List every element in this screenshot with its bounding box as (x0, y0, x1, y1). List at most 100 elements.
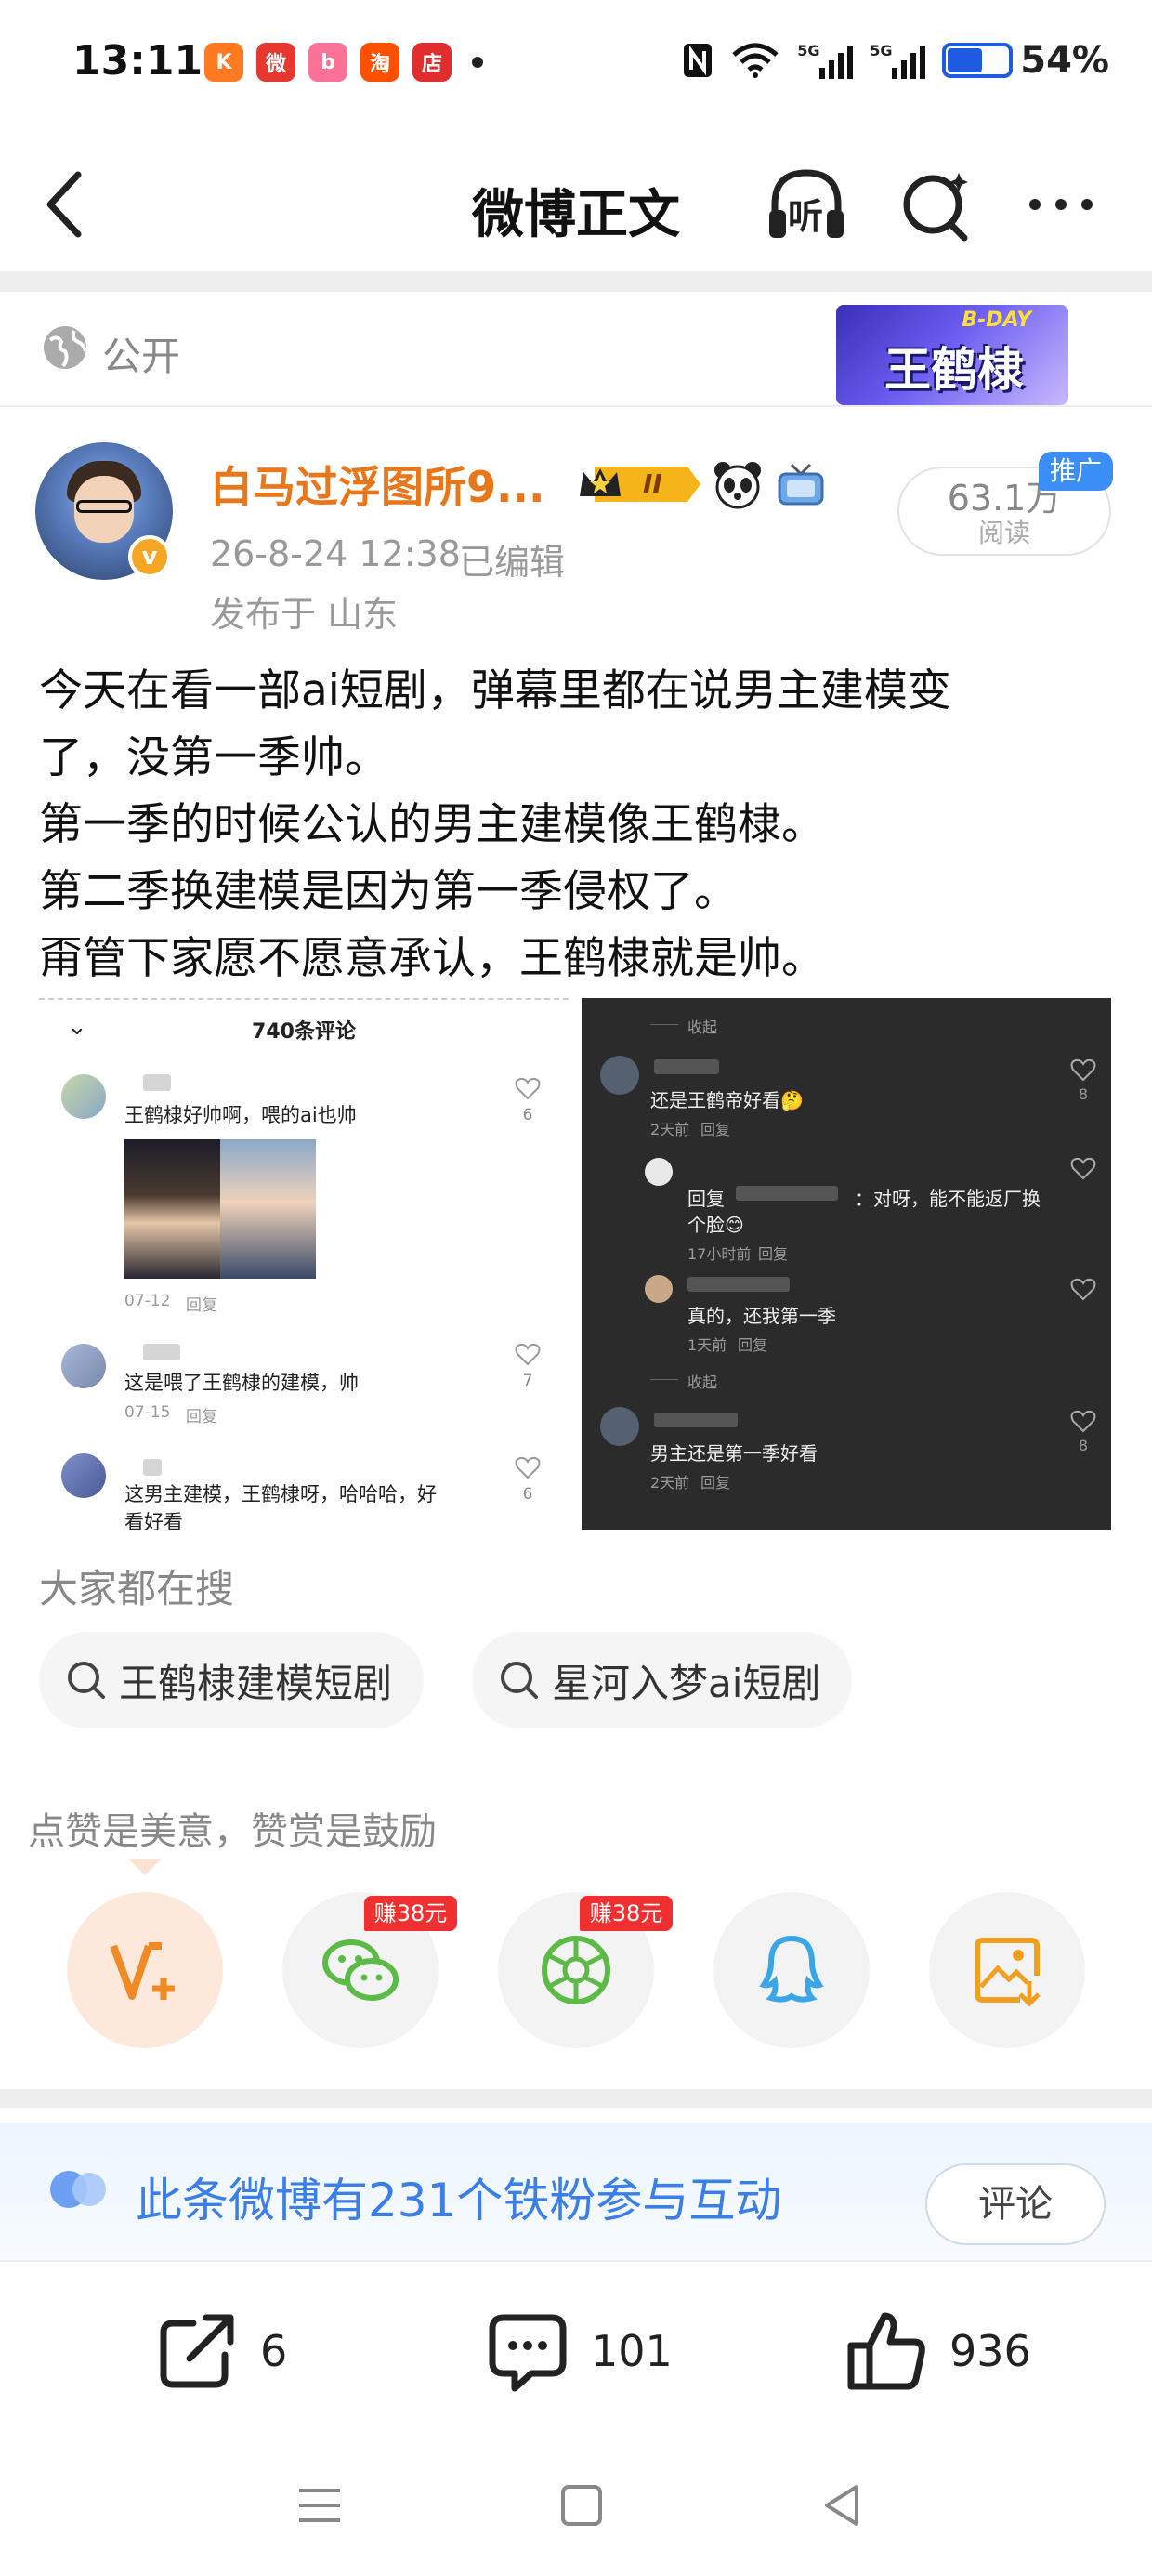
comment-likes: 7 (522, 1372, 533, 1390)
search-chip[interactable]: 王鹤棣建模短剧 (39, 1632, 425, 1728)
repost-button[interactable]: 6 (152, 2307, 287, 2396)
qq-icon (759, 1935, 824, 2003)
more-options-icon[interactable] (1022, 177, 1100, 232)
comment-date: 07-15 (124, 1403, 171, 1422)
avatar (600, 1056, 639, 1095)
fans-icon (50, 2171, 106, 2208)
comment-date: 07-12 (124, 1292, 171, 1310)
listen-button[interactable]: 听 (762, 160, 851, 249)
system-nav-bar (0, 2431, 1152, 2576)
comment-reply: 回复 (186, 1296, 217, 1315)
edited-label[interactable]: 已编辑 (459, 533, 565, 585)
comment-button[interactable]: 评论 (925, 2163, 1106, 2245)
avatar (645, 1158, 673, 1186)
post-location: 发布于 山东 (210, 594, 399, 635)
more-notifications-dot (472, 57, 483, 68)
comment-time: 17小时前 (687, 1245, 752, 1263)
comment-count: 101 (591, 2326, 673, 2376)
post-image-2[interactable]: 收起 还是王鹤帝好看🤔 2天前 回复 8 回复 ：对呀，能不能返厂换 个脸😊 1… (582, 998, 1111, 1530)
avatar (600, 1407, 639, 1446)
back-triangle-icon[interactable] (816, 2477, 871, 2533)
wifi-icon (732, 43, 779, 78)
listen-label: 听 (788, 196, 824, 237)
like-count: 936 (949, 2326, 1031, 2376)
tv-icon[interactable] (777, 461, 825, 507)
post-line: 了，没第一季帅。 (39, 732, 388, 783)
search-icon[interactable] (897, 165, 975, 243)
shop-icon: 店 (412, 43, 452, 82)
page-title: 微博正文 (472, 185, 680, 245)
comment-text: 男主还是第一季好看 (650, 1442, 818, 1465)
crown-level-badge[interactable]: II (576, 461, 702, 507)
menu-icon[interactable] (292, 2477, 347, 2533)
post-line: 今天在看一部ai短剧，弹幕里都在说男主建模变 (39, 665, 951, 716)
blurred-username (687, 1277, 790, 1292)
notification-app-icons: K 微 b 淘 店 (204, 43, 483, 82)
comment-action-button[interactable]: 101 (483, 2307, 673, 2396)
blurred-username (143, 1459, 162, 1476)
comment-text: ：对呀，能不能返厂换 (855, 1188, 1041, 1210)
collapse-label: 收起 (687, 1019, 718, 1036)
heart-icon (1070, 1058, 1096, 1082)
like-button[interactable]: 936 (842, 2307, 1031, 2396)
search-icon (68, 1662, 105, 1699)
visibility-row: 公开 B-DAY 王鹤棣 (0, 292, 1152, 407)
fans-interaction-bar[interactable]: 此条微博有231个铁粉参与互动 评论 (0, 2123, 1152, 2260)
status-bar: 13:11 K 微 b 淘 店 5G 5G 54% (0, 0, 1152, 139)
avatar (61, 1074, 106, 1119)
comment-reply: 回复 (758, 1245, 789, 1263)
comment-photo (124, 1139, 316, 1279)
author-name[interactable]: 白马过浮图所9... (210, 453, 544, 515)
heart-icon (1070, 1278, 1096, 1301)
blurred-username (736, 1186, 838, 1201)
collapse-label: 收起 (687, 1373, 718, 1391)
divider (650, 1024, 678, 1025)
post-time: 26-8-24 12:38 (210, 533, 461, 574)
nfc-icon (684, 44, 713, 77)
panda-icon[interactable] (712, 459, 764, 511)
earn-tag: 赚38元 (580, 1896, 673, 1931)
wechat-icon (322, 1939, 399, 2001)
comment-reply: 回复 (186, 1408, 217, 1426)
top-nav-bar: 微博正文 听 (0, 139, 1152, 269)
search-chip[interactable]: 星河入梦ai短剧 (472, 1632, 853, 1728)
repost-icon (160, 2314, 234, 2388)
reward-hint: 点赞是美意，赞赏是鼓励 (28, 1810, 437, 1853)
blurred-username (143, 1074, 171, 1091)
comment-likes: 8 (1078, 1085, 1089, 1103)
bilibili-icon: b (308, 43, 347, 82)
comment-text: 还是王鹤帝好看🤔 (650, 1089, 804, 1111)
share-qq-button[interactable] (713, 1892, 870, 2048)
heart-icon (1070, 1157, 1096, 1180)
weibo-icon: 微 (256, 43, 295, 82)
birthday-banner[interactable]: B-DAY 王鹤棣 (836, 305, 1068, 405)
section-divider (0, 2089, 1152, 2108)
heart-icon (515, 1077, 541, 1100)
verified-badge-icon: v (128, 535, 171, 578)
banner-name: 王鹤棣 (884, 343, 1024, 397)
signal-icon-2: 5G (870, 42, 926, 79)
trending-search-title: 大家都在搜 (39, 1566, 235, 1611)
post-line: 第二季换建模是因为第一季侵权了。 (39, 866, 738, 917)
comment-text-line2: 个脸😊 (687, 1214, 744, 1236)
reward-button[interactable] (67, 1892, 223, 2048)
comment-text: 真的，还我第一季 (687, 1305, 836, 1327)
post-image-1[interactable]: ⌄ 740条评论 王鹤棣好帅啊，喂的ai也帅 07-12 回复 6 这是喂了王鹤… (39, 998, 569, 1530)
blurred-username (654, 1413, 738, 1427)
header-divider (0, 271, 1152, 292)
taobao-icon: 淘 (360, 43, 399, 82)
comments-count-header: 740条评论 (252, 1020, 356, 1044)
divider (650, 1379, 678, 1380)
avatar (61, 1453, 106, 1498)
comment-text-more: 看好看 (124, 1511, 183, 1530)
save-image-button[interactable] (929, 1892, 1085, 2048)
post-body[interactable]: 今天在看一部ai短剧，弹幕里都在说男主建模变 了，没第一季帅。 第一季的时候公认… (39, 658, 1117, 992)
post-line: 甭管下家愿不愿意承认，王鹤棣就是帅。 (39, 933, 825, 984)
v-plus-icon (110, 1942, 175, 2000)
blurred-username (654, 1059, 719, 1074)
comment-text: 这是喂了王鹤棣的建模，帅 (124, 1372, 359, 1394)
home-square-icon[interactable] (554, 2477, 609, 2533)
blurred-username (143, 1344, 180, 1360)
repost-count: 6 (260, 2326, 288, 2376)
banner-tag: B-DAY (962, 309, 1031, 332)
